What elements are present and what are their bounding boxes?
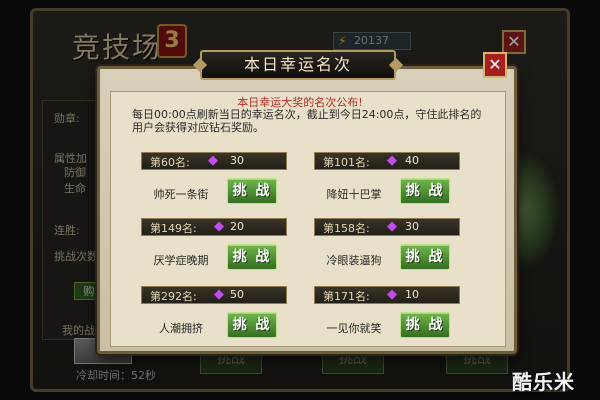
rank-header: 第60名: ◆ 30 — [141, 152, 287, 170]
player-name: 人潮拥挤 — [159, 322, 203, 335]
reward-value: 10 — [405, 288, 419, 301]
fight-button[interactable]: 挑 战 — [400, 178, 450, 204]
reward-value: 50 — [230, 288, 244, 301]
reward-value: 30 — [230, 154, 244, 167]
popup-close-button[interactable]: ✕ — [483, 52, 507, 78]
fight-button[interactable]: 挑 战 — [400, 312, 450, 338]
purple-diamond-icon: ◆ — [387, 153, 397, 168]
purple-diamond-icon: ◆ — [208, 153, 218, 168]
player-name: 厌学症晚期 — [153, 254, 209, 267]
rank-label: 第60名: — [150, 156, 190, 169]
purple-diamond-icon: ◆ — [214, 287, 224, 302]
purple-diamond-icon: ◆ — [214, 219, 224, 234]
rank-card: 第60名: ◆ 30 帅死一条街 挑 战 — [141, 152, 287, 210]
rank-card: 第292名: ◆ 50 人潮拥挤 挑 战 — [141, 286, 287, 344]
popup-title: 本日幸运名次 — [243, 55, 352, 74]
reward-value: 30 — [405, 220, 419, 233]
player-name: 降妞十巴掌 — [326, 188, 382, 201]
reward-value: 40 — [405, 154, 419, 167]
player-name: 帅死一条街 — [153, 188, 209, 201]
fight-button[interactable]: 挑 战 — [400, 244, 450, 270]
purple-diamond-icon: ◆ — [387, 287, 397, 302]
rank-header: 第158名: ◆ 30 — [314, 218, 460, 236]
rank-card: 第101名: ◆ 40 降妞十巴掌 挑 战 — [314, 152, 460, 210]
fight-button[interactable]: 挑 战 — [227, 244, 277, 270]
rank-header: 第149名: ◆ 20 — [141, 218, 287, 236]
rank-header: 第101名: ◆ 40 — [314, 152, 460, 170]
popup-title-plate: 本日幸运名次 — [200, 50, 396, 80]
fight-button[interactable]: 挑 战 — [227, 312, 277, 338]
description-text: 每日00:00点刷新当日的幸运名次，截止到今日24:00点，守住此排名的用户会获… — [132, 108, 482, 134]
fight-button[interactable]: 挑 战 — [227, 178, 277, 204]
rank-header: 第292名: ◆ 50 — [141, 286, 287, 304]
rank-card: 第149名: ◆ 20 厌学症晚期 挑 战 — [141, 218, 287, 276]
player-name: 冷眼装逼狗 — [326, 254, 382, 267]
rank-label: 第101名: — [323, 156, 370, 169]
rank-label: 第292名: — [150, 290, 197, 303]
rank-label: 第171名: — [323, 290, 370, 303]
rank-card: 第171名: ◆ 10 一见你就笑 挑 战 — [314, 286, 460, 344]
purple-diamond-icon: ◆ — [387, 219, 397, 234]
reward-value: 20 — [230, 220, 244, 233]
rank-header: 第171名: ◆ 10 — [314, 286, 460, 304]
rank-label: 第158名: — [323, 222, 370, 235]
watermark-logo: 酷乐米 — [512, 370, 575, 394]
player-name: 一见你就笑 — [326, 322, 382, 335]
rank-card: 第158名: ◆ 30 冷眼装逼狗 挑 战 — [314, 218, 460, 276]
rank-label: 第149名: — [150, 222, 197, 235]
